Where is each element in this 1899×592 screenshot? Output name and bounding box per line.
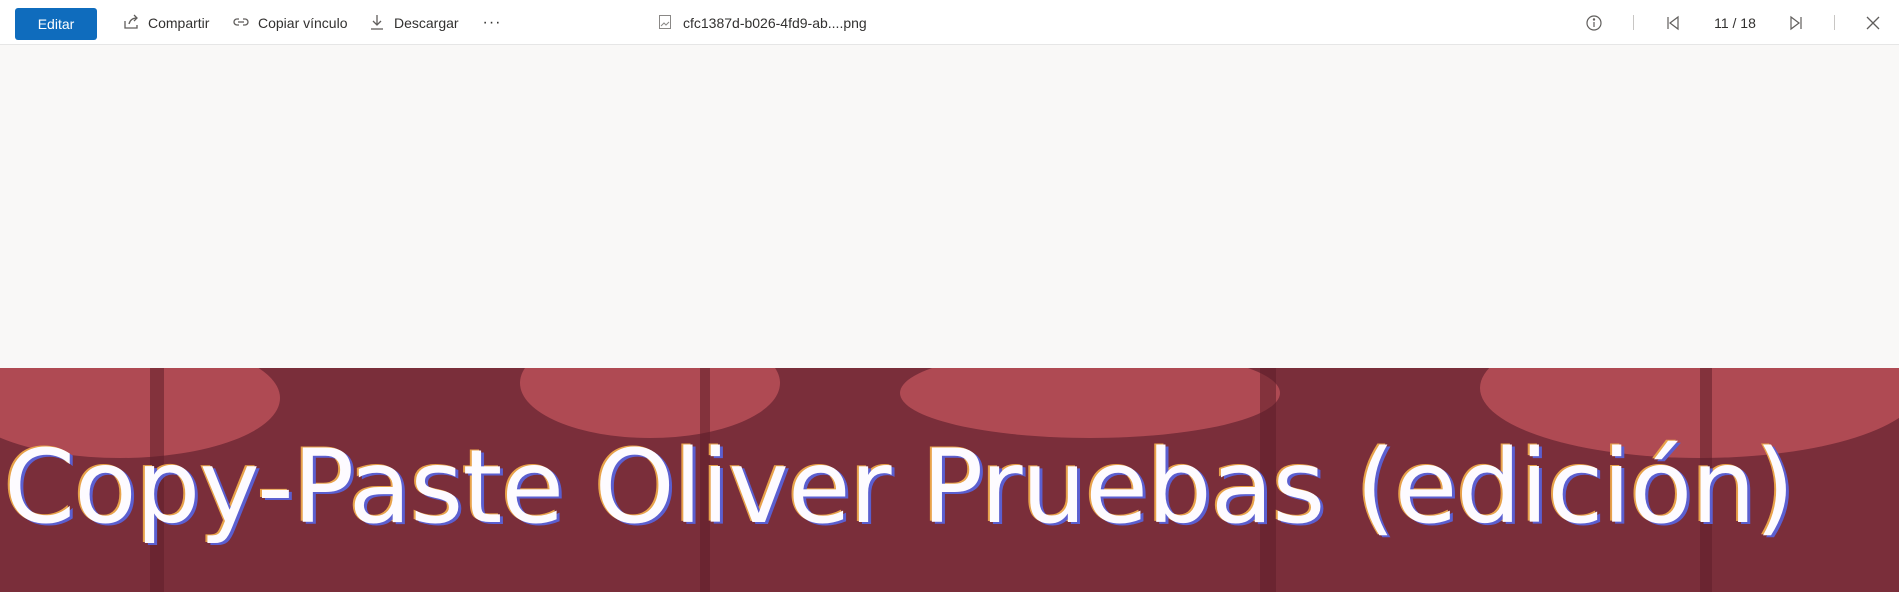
link-icon <box>232 13 250 34</box>
image-file-icon <box>657 14 673 33</box>
file-name-label: cfc1387d-b026-4fd9-ab....png <box>683 15 867 31</box>
download-button[interactable]: Descargar <box>368 12 459 34</box>
first-page-icon[interactable] <box>1662 12 1684 34</box>
preview-image: Copy-Paste Oliver Pruebas (edición) <box>0 368 1899 592</box>
divider <box>1633 15 1634 30</box>
copy-link-button[interactable]: Copiar vínculo <box>232 12 348 34</box>
file-name: cfc1387d-b026-4fd9-ab....png <box>657 12 867 34</box>
share-label: Compartir <box>148 15 210 31</box>
more-options-button[interactable]: ··· <box>482 12 502 34</box>
viewer-toolbar: Editar Compartir Copiar vínculo Descarga… <box>0 0 1899 45</box>
edit-button[interactable]: Editar <box>15 8 97 40</box>
info-icon[interactable] <box>1583 12 1605 34</box>
page-counter: 11 / 18 <box>1714 15 1756 31</box>
share-icon <box>122 13 140 34</box>
copy-link-label: Copiar vínculo <box>258 15 348 31</box>
close-icon[interactable] <box>1862 12 1884 34</box>
download-icon <box>368 13 386 34</box>
share-button[interactable]: Compartir <box>122 12 209 34</box>
image-caption: Copy-Paste Oliver Pruebas (edición) <box>4 428 1795 547</box>
divider <box>1834 15 1835 30</box>
download-label: Descargar <box>394 15 459 31</box>
last-page-icon[interactable] <box>1785 12 1807 34</box>
